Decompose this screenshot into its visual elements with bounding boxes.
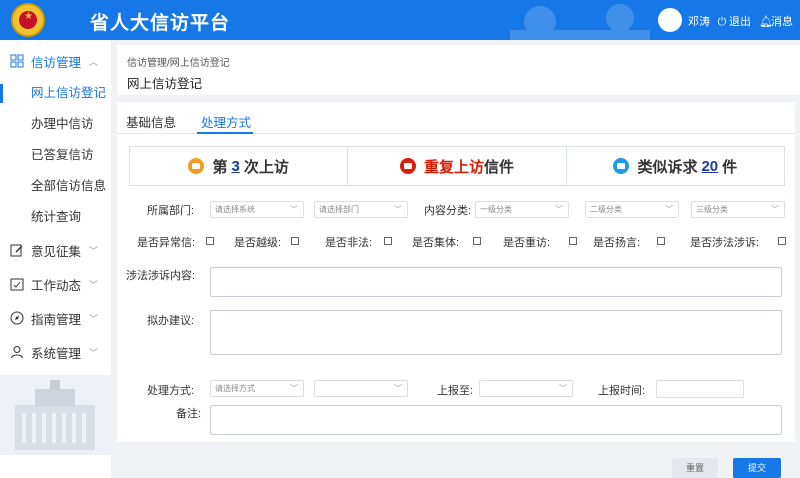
chevron-down-icon: ﹀ xyxy=(665,205,673,214)
username[interactable]: 邓涛 xyxy=(688,13,710,29)
revisit-label: 是否重访: xyxy=(503,237,551,249)
sidebar-group-system[interactable]: 系统管理 ﹀ xyxy=(0,335,111,369)
user-icon xyxy=(11,346,23,359)
remark-textarea[interactable] xyxy=(210,405,782,435)
system-select[interactable]: 请选择系统 ﹀ xyxy=(210,201,304,218)
chevron-up-icon: ︿ xyxy=(89,57,99,67)
app-title: 省人大信访平台 xyxy=(90,13,231,34)
chevron-down-icon: ﹀ xyxy=(89,246,99,256)
legal-content-label: 涉法涉诉内容: xyxy=(126,270,196,282)
tab-basic-info[interactable]: 基础信息 xyxy=(126,112,176,131)
legal-content-textarea[interactable] xyxy=(210,267,782,297)
sidebar-group-guide[interactable]: 指南管理 ﹀ xyxy=(0,301,111,335)
sidebar-item-all[interactable]: 全部信访信息 xyxy=(0,171,111,202)
sidebar-group-news[interactable]: 工作动态 ﹀ xyxy=(0,267,111,301)
revisit-checkbox[interactable] xyxy=(569,237,577,245)
bell-icon: 🔔︎ xyxy=(759,16,773,28)
report-time-input[interactable] xyxy=(656,380,744,398)
abnormal-label: 是否异常信: xyxy=(137,237,196,249)
category-label: 内容分类: xyxy=(424,205,472,217)
chevron-down-icon: ﹀ xyxy=(290,384,298,393)
method-label: 处理方式: xyxy=(147,385,195,397)
illegal-checkbox[interactable] xyxy=(384,237,392,245)
overstep-label: 是否越级: xyxy=(234,237,282,249)
stat-similar-requests[interactable]: 类似诉求 20 件 xyxy=(567,147,784,185)
threat-checkbox[interactable] xyxy=(657,237,665,245)
edit-icon xyxy=(10,244,23,257)
threat-label: 是否扬言: xyxy=(593,237,641,249)
sidebar-item-processing[interactable]: 办理中信访 xyxy=(0,109,111,140)
power-icon: ⏻ xyxy=(717,16,727,28)
illegal-label: 是否非法: xyxy=(325,237,373,249)
messages-button[interactable]: 🔔︎消息 xyxy=(759,13,793,29)
sidebar-item-answered[interactable]: 已答复信访 xyxy=(0,140,111,171)
collective-checkbox[interactable] xyxy=(473,237,481,245)
mail-icon xyxy=(613,158,630,174)
litigation-checkbox[interactable] xyxy=(778,237,786,245)
chevron-down-icon: ﹀ xyxy=(394,384,402,393)
category-level2-select[interactable]: 二级分类 ﹀ xyxy=(585,201,679,218)
active-tab-indicator xyxy=(197,132,253,134)
report-to-select[interactable]: ﹀ xyxy=(479,380,573,397)
chevron-down-icon: ﹀ xyxy=(89,280,99,290)
stat-repeat-letters[interactable]: 重复上访 信件 xyxy=(348,147,567,185)
page-title: 网上信访登记 xyxy=(127,77,203,91)
national-emblem-icon: ★ xyxy=(11,3,45,37)
dept-label: 所属部门: xyxy=(147,205,195,217)
category-level1-select[interactable]: 一级分类 ﹀ xyxy=(475,201,569,218)
sidebar-group-petition[interactable]: 信访管理 ︿ xyxy=(0,44,111,78)
suggestion-textarea[interactable] xyxy=(210,310,782,355)
calendar-icon xyxy=(10,278,24,291)
chevron-down-icon: ﹀ xyxy=(394,205,402,214)
chevron-down-icon: ﹀ xyxy=(89,314,99,324)
method-select[interactable]: 请选择方式 ﹀ xyxy=(210,380,304,397)
header-decoration xyxy=(510,4,650,40)
grid-icon xyxy=(10,54,24,68)
mail-icon xyxy=(188,158,205,174)
chevron-down-icon: ﹀ xyxy=(555,205,563,214)
chevron-down-icon: ﹀ xyxy=(89,348,99,358)
sidebar: 信访管理 ︿ 网上信访登记 办理中信访 已答复信访 全部信访信息 统计查询 意见… xyxy=(0,40,111,478)
stats-bar: 第 3 次上访 重复上访 信件 类似诉求 20 件 xyxy=(129,146,785,186)
submit-button[interactable]: 提交 xyxy=(733,458,781,478)
report-time-label: 上报时间: xyxy=(598,385,646,397)
suggestion-label: 拟办建议: xyxy=(147,315,195,327)
department-select[interactable]: 请选择部门 ﹀ xyxy=(314,201,408,218)
logout-button[interactable]: ⏻ 退出 xyxy=(717,13,751,29)
sidebar-item-statistics[interactable]: 统计查询 xyxy=(0,202,111,233)
form-panel: 基础信息 处理方式 第 3 次上访 重复上访 信件 类似诉求 20 件 所属部门… xyxy=(117,102,795,442)
breadcrumb: 信访管理/网上信访登记 xyxy=(127,58,230,69)
category-level3-select[interactable]: 三级分类 ﹀ xyxy=(691,201,785,218)
avatar[interactable] xyxy=(658,8,682,32)
tab-bar: 基础信息 处理方式 xyxy=(117,102,795,134)
abnormal-checkbox[interactable] xyxy=(206,237,214,245)
sidebar-group-opinions[interactable]: 意见征集 ﹀ xyxy=(0,233,111,267)
remark-label: 备注: xyxy=(176,408,202,420)
overstep-checkbox[interactable] xyxy=(291,237,299,245)
building-illustration xyxy=(0,375,111,455)
collective-label: 是否集体: xyxy=(412,237,460,249)
stat-visit-count[interactable]: 第 3 次上访 xyxy=(130,147,349,185)
app-header: ★ 省人大信访平台 邓涛 ⏻ 退出 🔔︎消息 xyxy=(0,0,800,40)
chevron-down-icon: ﹀ xyxy=(771,205,779,214)
compass-icon xyxy=(10,311,24,325)
litigation-label: 是否涉法涉诉: xyxy=(690,237,760,249)
tab-handling-method[interactable]: 处理方式 xyxy=(201,112,251,131)
mail-icon xyxy=(399,158,416,174)
chevron-down-icon: ﹀ xyxy=(559,384,567,393)
method-sub-select[interactable]: ﹀ xyxy=(314,380,408,397)
report-to-label: 上报至: xyxy=(437,385,474,397)
page-header: 信访管理/网上信访登记 网上信访登记 xyxy=(117,45,800,95)
reset-button[interactable]: 重置 xyxy=(672,458,718,478)
chevron-down-icon: ﹀ xyxy=(290,205,298,214)
sidebar-item-online-registration[interactable]: 网上信访登记 xyxy=(0,78,111,109)
